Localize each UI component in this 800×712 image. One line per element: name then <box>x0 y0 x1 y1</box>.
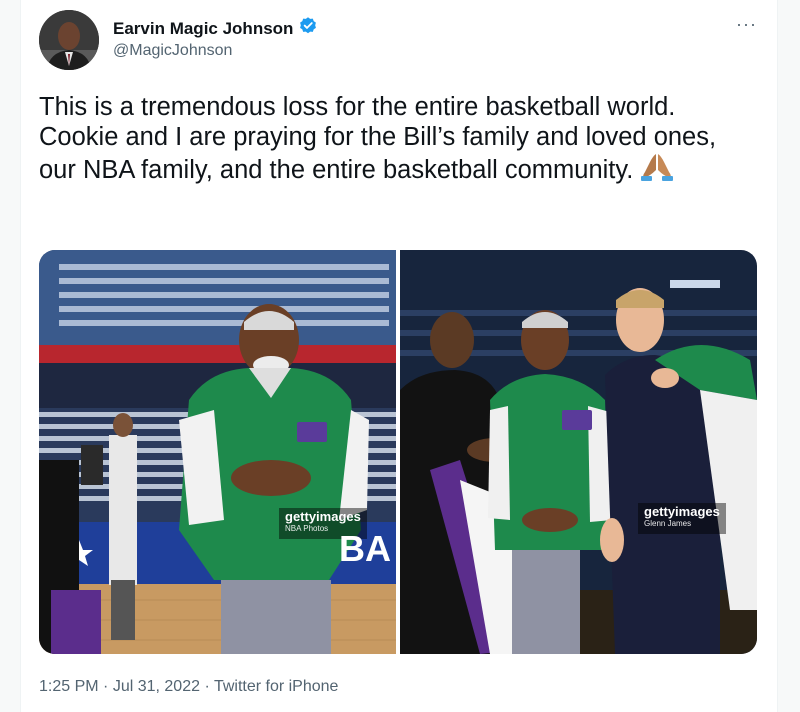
praying-hands-icon <box>640 152 674 189</box>
watermark-brand: gettyimages <box>644 504 720 519</box>
tweet-meta: 1:25 PM · Jul 31, 2022 · Twitter for iPh… <box>39 678 338 696</box>
watermark-credit: Glenn James <box>644 519 692 528</box>
tweet-card: Earvin Magic Johnson @MagicJohnson ··· T… <box>20 0 778 712</box>
watermark-brand: gettyimages <box>285 509 361 524</box>
tweet-text: This is a tremendous loss for the entire… <box>39 92 759 189</box>
more-options-icon[interactable]: ··· <box>736 14 757 35</box>
verified-badge-icon <box>298 16 318 41</box>
meta-separator: · <box>98 678 113 695</box>
author-handle[interactable]: @MagicJohnson <box>113 42 232 60</box>
media-grid[interactable]: gettyimages NBA Photos BA gettyimages Gl… <box>39 250 757 654</box>
banner-text: BA <box>339 528 391 569</box>
author-avatar[interactable] <box>39 10 99 70</box>
getty-watermark-right: gettyimages Glenn James <box>638 503 726 534</box>
timestamp-date[interactable]: Jul 31, 2022 <box>113 678 200 695</box>
tweet-source[interactable]: Twitter for iPhone <box>214 678 339 695</box>
tweet-body: This is a tremendous loss for the entire… <box>39 93 717 184</box>
author-name[interactable]: Earvin Magic Johnson <box>113 19 293 39</box>
photo-right[interactable]: gettyimages Glenn James <box>400 250 757 654</box>
photo-left[interactable]: gettyimages NBA Photos BA <box>39 250 396 654</box>
timestamp-time[interactable]: 1:25 PM <box>39 678 99 695</box>
meta-separator: · <box>200 678 214 695</box>
